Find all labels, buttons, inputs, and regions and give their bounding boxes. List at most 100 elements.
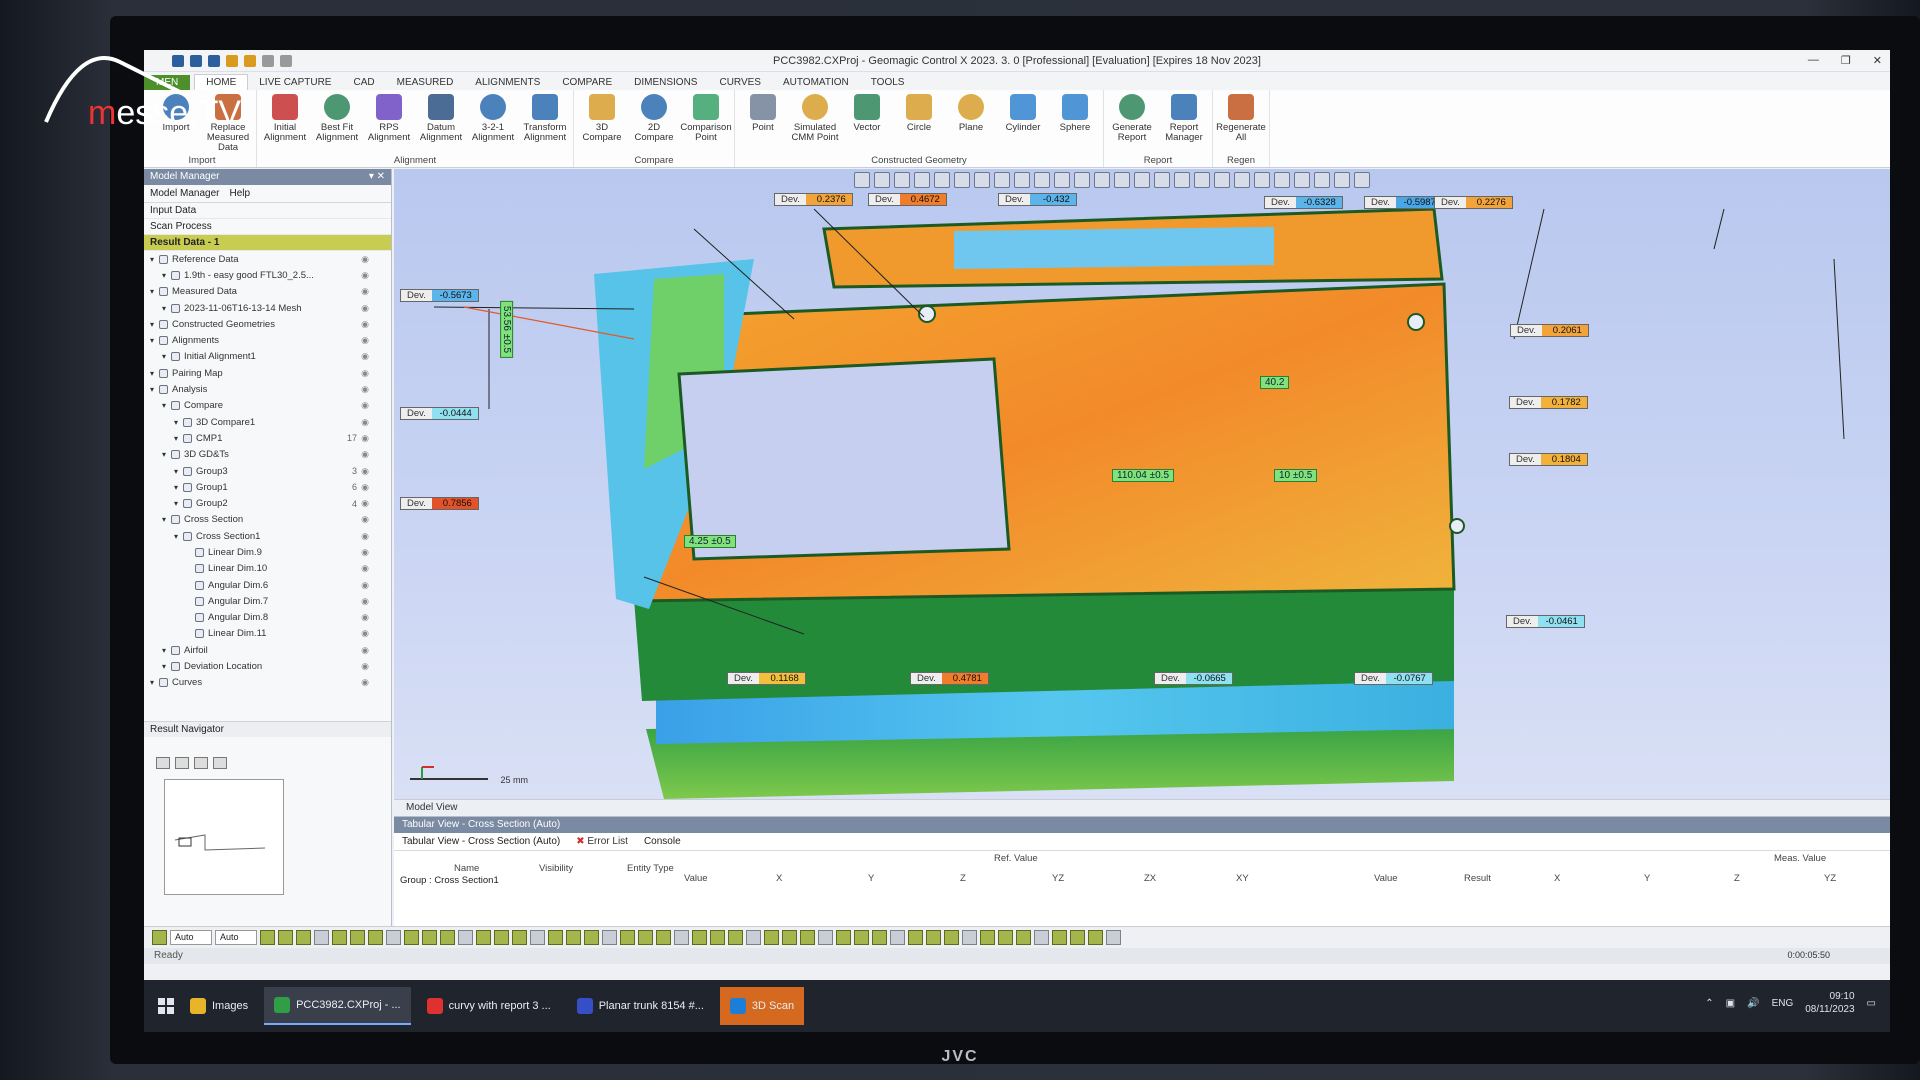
dimension-tag[interactable]: 10 ±0.5 xyxy=(1274,469,1318,482)
bottom-tool-icon[interactable] xyxy=(512,930,527,945)
tree-node[interactable]: ▾ Compare ◉ xyxy=(144,398,391,414)
tab-alignments[interactable]: ALIGNMENTS xyxy=(464,75,551,90)
tab-help[interactable]: Help xyxy=(229,188,250,199)
bottom-tool-icon[interactable] xyxy=(980,930,995,945)
meas-column-header[interactable]: X xyxy=(1554,873,1560,884)
visibility-eye-icon[interactable]: ◉ xyxy=(361,368,369,379)
bottom-tool-icon[interactable] xyxy=(1070,930,1085,945)
ref-column-header[interactable]: ZX xyxy=(1144,873,1156,884)
bottom-tool-icon[interactable] xyxy=(674,930,689,945)
bottom-tool-icon[interactable] xyxy=(818,930,833,945)
expand-arrow-icon[interactable]: ▾ xyxy=(150,369,159,378)
ribbon-button[interactable]: Datum Alignment xyxy=(415,90,467,155)
visibility-eye-icon[interactable]: ◉ xyxy=(361,400,369,411)
bottom-tool-icon[interactable] xyxy=(962,930,977,945)
tree-node[interactable]: Linear Dim.10 ◉ xyxy=(144,561,391,577)
navigator-thumbnail[interactable] xyxy=(164,779,284,895)
bottom-tool-icon[interactable] xyxy=(278,930,293,945)
bottom-tool-icon[interactable] xyxy=(764,930,779,945)
taskbar-item[interactable]: Planar trunk 8154 #... xyxy=(567,987,714,1025)
deviation-label[interactable]: Dev. 0.4781 xyxy=(910,672,989,685)
auto-select[interactable]: Auto xyxy=(170,930,212,945)
visibility-eye-icon[interactable]: ◉ xyxy=(361,417,369,428)
tree-node[interactable]: Angular Dim.6 ◉ xyxy=(144,577,391,593)
bottom-tool-icon[interactable] xyxy=(746,930,761,945)
expand-arrow-icon[interactable]: ▾ xyxy=(162,450,171,459)
meas-column-header[interactable]: YZ xyxy=(1824,873,1836,884)
tree-node[interactable]: ▾ Initial Alignment1 ◉ xyxy=(144,349,391,365)
ribbon-button[interactable]: Transform Alignment xyxy=(519,90,571,155)
expand-arrow-icon[interactable]: ▾ xyxy=(174,499,183,508)
tree-node[interactable]: ▾ Pairing Map ◉ xyxy=(144,365,391,381)
part-model[interactable] xyxy=(394,169,1890,799)
deviation-label[interactable]: Dev. -0.5987 xyxy=(1364,196,1443,209)
column-header[interactable]: Visibility xyxy=(539,863,573,874)
expand-arrow-icon[interactable]: ▾ xyxy=(150,336,159,345)
tree-node[interactable]: ▾ Measured Data ◉ xyxy=(144,284,391,300)
result-data-row[interactable]: Result Data - 1 xyxy=(144,235,391,251)
visibility-eye-icon[interactable]: ◉ xyxy=(361,628,369,639)
meas-column-header[interactable]: Z xyxy=(1734,873,1740,884)
bottom-tool-icon[interactable] xyxy=(890,930,905,945)
ref-column-header[interactable]: Z xyxy=(960,873,966,884)
visibility-eye-icon[interactable]: ◉ xyxy=(361,596,369,607)
bottom-tool-icon[interactable] xyxy=(494,930,509,945)
bottom-tool-icon[interactable] xyxy=(296,930,311,945)
tab-error-list[interactable]: Error List xyxy=(576,836,628,847)
taskbar-item[interactable]: 3D Scan xyxy=(719,987,805,1025)
ref-column-header[interactable]: YZ xyxy=(1052,873,1064,884)
deviation-label[interactable]: Dev. 0.2376 xyxy=(774,193,853,206)
tab-cad[interactable]: CAD xyxy=(342,75,385,90)
expand-arrow-icon[interactable]: ▾ xyxy=(162,304,171,313)
visibility-eye-icon[interactable]: ◉ xyxy=(361,677,369,688)
volume-icon[interactable]: 🔊 xyxy=(1747,998,1759,1009)
ribbon-button[interactable]: Simulated CMM Point xyxy=(789,90,841,155)
close-icon[interactable]: ✕ xyxy=(1873,54,1882,67)
tree-node[interactable]: ▾ Alignments ◉ xyxy=(144,332,391,348)
chevron-up-icon[interactable]: ⌃ xyxy=(1705,998,1713,1009)
deviation-label[interactable]: Dev. 0.4672 xyxy=(868,193,947,206)
taskbar-item[interactable]: Images xyxy=(180,987,258,1025)
ribbon-button[interactable]: Regenerate All xyxy=(1215,90,1267,155)
visibility-eye-icon[interactable]: ◉ xyxy=(361,531,369,542)
bottom-tool-icon[interactable] xyxy=(350,930,365,945)
tree-node[interactable]: ▾ Airfoil ◉ xyxy=(144,642,391,658)
expand-arrow-icon[interactable]: ▾ xyxy=(174,434,183,443)
bottom-tool-icon[interactable] xyxy=(584,930,599,945)
input-data-row[interactable]: Input Data xyxy=(144,203,391,219)
expand-arrow-icon[interactable]: ▾ xyxy=(150,255,159,264)
tree-node[interactable]: ▾ 2023-11-06T16-13-14 Mesh ◉ xyxy=(144,300,391,316)
deviation-label[interactable]: Dev. 0.1168 xyxy=(727,672,806,685)
deviation-label[interactable]: Dev. -0.0665 xyxy=(1154,672,1233,685)
bottom-tool-icon[interactable] xyxy=(1034,930,1049,945)
expand-arrow-icon[interactable]: ▾ xyxy=(150,320,159,329)
ribbon-button[interactable]: Generate Report xyxy=(1106,90,1158,155)
ribbon-button[interactable]: 2D Compare xyxy=(628,90,680,155)
tree-node[interactable]: ▾ Group2 4 ◉ xyxy=(144,495,391,511)
expand-arrow-icon[interactable]: ▾ xyxy=(162,352,171,361)
meas-column-header[interactable]: Value xyxy=(1374,873,1398,884)
tab-automation[interactable]: AUTOMATION xyxy=(772,75,860,90)
bottom-tool-icon[interactable] xyxy=(1106,930,1121,945)
bottom-tool-icon[interactable] xyxy=(998,930,1013,945)
bottom-tool-icon[interactable] xyxy=(800,930,815,945)
tab-measured[interactable]: MEASURED xyxy=(386,75,465,90)
tree-node[interactable]: ▾ 3D GD&Ts ◉ xyxy=(144,447,391,463)
visibility-eye-icon[interactable]: ◉ xyxy=(361,254,369,265)
ribbon-button[interactable]: 3D Compare xyxy=(576,90,628,155)
visibility-eye-icon[interactable]: ◉ xyxy=(361,351,369,362)
visibility-eye-icon[interactable]: ◉ xyxy=(361,270,369,281)
bottom-tool-icon[interactable] xyxy=(836,930,851,945)
tree-node[interactable]: ▾ Deviation Location ◉ xyxy=(144,658,391,674)
expand-arrow-icon[interactable]: ▾ xyxy=(174,532,183,541)
expand-arrow-icon[interactable]: ▾ xyxy=(162,646,171,655)
minimize-icon[interactable]: — xyxy=(1808,54,1819,67)
deviation-label[interactable]: Dev. 0.1782 xyxy=(1509,396,1588,409)
expand-arrow-icon[interactable]: ▾ xyxy=(162,271,171,280)
visibility-eye-icon[interactable]: ◉ xyxy=(361,286,369,297)
tab-compare[interactable]: COMPARE xyxy=(551,75,623,90)
bottom-tool-icon[interactable] xyxy=(908,930,923,945)
deviation-label[interactable]: Dev. -0.0444 xyxy=(400,407,479,420)
bottom-tool-icon[interactable] xyxy=(926,930,941,945)
model-view-tab[interactable]: Model View xyxy=(394,799,1890,815)
